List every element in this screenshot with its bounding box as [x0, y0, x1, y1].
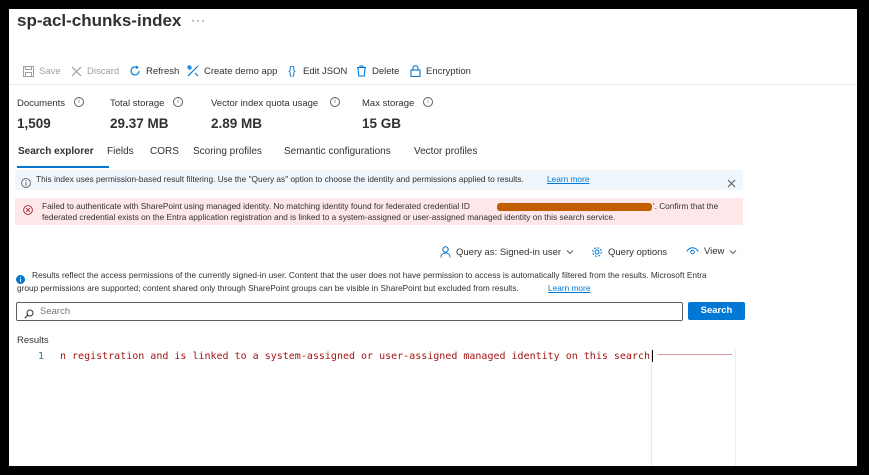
metric-value-documents: 1,509	[17, 116, 51, 131]
delete-label: Delete	[372, 65, 400, 77]
delete-button[interactable]: Delete	[354, 63, 399, 79]
tab-cors[interactable]: CORS	[150, 146, 179, 157]
more-options-button[interactable]: ···	[191, 13, 206, 27]
info-icon[interactable]: i	[330, 97, 340, 107]
results-line-text: n registration and is linked to a system…	[60, 351, 650, 362]
active-tab-indicator	[17, 166, 109, 168]
app-window: sp-acl-chunks-index ··· Save Discard Ref…	[9, 9, 857, 466]
info-icon	[21, 175, 31, 193]
info-icon[interactable]: i	[74, 97, 84, 107]
info-icon[interactable]: i	[173, 97, 183, 107]
close-icon	[69, 64, 83, 78]
metric-label-max-storage: Max storage	[362, 98, 415, 109]
toolbar-divider	[9, 84, 857, 85]
edit-json-button[interactable]: {} Edit JSON	[285, 63, 347, 79]
save-icon	[21, 64, 35, 78]
metric-label-total-storage: Total storage	[110, 98, 165, 109]
line-number: 1	[38, 351, 45, 362]
error-text-line1-end: '. Confirm that the	[653, 201, 719, 211]
permission-note-line2: group permissions are supported; content…	[17, 283, 519, 293]
trash-icon	[354, 64, 368, 78]
close-icon[interactable]	[727, 175, 736, 193]
page-title: sp-acl-chunks-index	[17, 11, 182, 30]
tools-icon	[186, 64, 200, 78]
tab-fields[interactable]: Fields	[107, 146, 134, 157]
results-label: Results	[17, 335, 49, 346]
search-input[interactable]	[40, 304, 670, 318]
metric-label-vector-quota: Vector index quota usage	[211, 98, 319, 109]
lock-icon	[408, 64, 422, 78]
chevron-down-icon	[729, 249, 737, 255]
redacted-credential-id	[497, 203, 652, 211]
create-demo-app-button[interactable]: Create demo app	[186, 63, 277, 79]
permission-learn-more-link[interactable]: Learn more	[548, 283, 590, 294]
edit-json-label: Edit JSON	[303, 65, 348, 77]
error-text-line2: federated credential exists on the Entra…	[42, 212, 616, 222]
refresh-icon	[128, 64, 142, 78]
encryption-button[interactable]: Encryption	[408, 63, 471, 79]
error-icon	[23, 202, 33, 220]
info-banner-text: This index uses permission-based result …	[36, 174, 524, 184]
minimap[interactable]	[651, 349, 745, 466]
tab-semantic-configurations[interactable]: Semantic configurations	[284, 146, 391, 157]
eye-icon	[686, 247, 699, 256]
search-box[interactable]	[16, 302, 683, 321]
query-as-label: Query as: Signed-in user	[456, 246, 562, 258]
query-as-dropdown[interactable]: Query as: Signed-in user	[440, 246, 574, 258]
refresh-label: Refresh	[146, 65, 180, 77]
save-label: Save	[39, 65, 61, 77]
query-options-button[interactable]: Query options	[591, 246, 667, 258]
gear-icon	[591, 246, 603, 258]
encryption-label: Encryption	[426, 65, 471, 77]
results-editor[interactable]	[16, 349, 744, 466]
refresh-button[interactable]: Refresh	[128, 63, 179, 79]
vertical-scrollbar[interactable]	[735, 349, 746, 466]
person-icon	[440, 246, 451, 258]
info-banner: This index uses permission-based result …	[15, 170, 743, 190]
tab-scoring-profiles[interactable]: Scoring profiles	[193, 146, 262, 157]
create-demo-app-label: Create demo app	[204, 65, 278, 77]
tab-vector-profiles[interactable]: Vector profiles	[414, 146, 477, 157]
search-icon	[24, 306, 34, 324]
braces-icon: {}	[288, 65, 296, 77]
discard-label: Discard	[87, 65, 120, 77]
tab-search-explorer[interactable]: Search explorer	[18, 146, 94, 157]
view-label: View	[704, 246, 725, 257]
metric-value-total-storage: 29.37 MB	[110, 116, 169, 131]
minimap-line	[658, 354, 732, 355]
info-learn-more-link[interactable]: Learn more	[547, 174, 589, 185]
query-options-label: Query options	[608, 246, 668, 258]
metric-value-vector-quota: 2.89 MB	[211, 116, 263, 131]
search-button[interactable]: Search	[688, 302, 745, 320]
permission-note-line1: Results reflect the access permissions o…	[32, 270, 707, 280]
metric-label-documents: Documents	[17, 98, 66, 109]
info-icon[interactable]: i	[423, 97, 433, 107]
error-banner: Failed to authenticate with SharePoint u…	[15, 198, 743, 225]
save-button[interactable]: Save	[21, 63, 61, 79]
chevron-down-icon	[566, 249, 574, 255]
error-text-line1: Failed to authenticate with SharePoint u…	[42, 201, 470, 211]
discard-button[interactable]: Discard	[69, 63, 119, 79]
metric-value-max-storage: 15 GB	[362, 116, 402, 131]
view-dropdown[interactable]: View	[686, 246, 737, 257]
